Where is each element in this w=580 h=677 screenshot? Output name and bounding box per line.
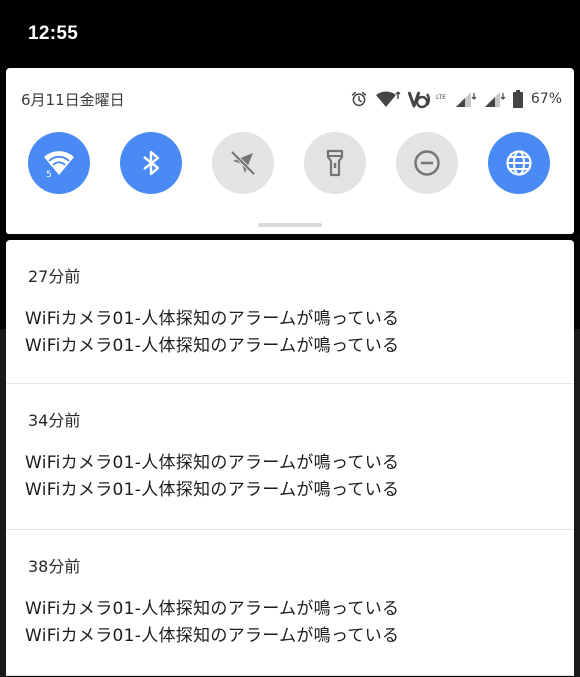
notification-text: WiFiカメラ01-人体探知のアラームが鳴っている (25, 336, 400, 356)
wifi-status-badge: 5 (378, 102, 382, 109)
tile-bluetooth[interactable] (120, 132, 182, 194)
notification-list: 27分前 WiFiカメラ01-人体探知のアラームが鳴っている WiFiカメラ01… (6, 240, 574, 676)
notification-time: 38分前 (28, 557, 81, 576)
clock: 12:55 (28, 23, 79, 44)
cell-signal-2-icon (484, 90, 506, 108)
tile-globe[interactable] (488, 132, 550, 194)
volte-icon: LTE (407, 89, 448, 109)
lte-label: LTE (436, 94, 446, 101)
flashlight-icon (326, 149, 344, 177)
wifi-icon: 5 (44, 151, 74, 180)
globe-icon (506, 150, 532, 176)
location-off-icon (230, 150, 256, 176)
bluetooth-icon (143, 150, 160, 176)
do-not-disturb-icon (414, 150, 440, 176)
background-edge-right (574, 329, 580, 677)
status-bar: 12:55 (0, 0, 580, 68)
notification-card[interactable]: 38分前 WiFiカメラ01-人体探知のアラームが鳴っている WiFiカメラ01… (6, 530, 574, 676)
notification-text: WiFiカメラ01-人体探知のアラームが鳴っている (25, 599, 400, 619)
notification-text: WiFiカメラ01-人体探知のアラームが鳴っている (25, 453, 400, 473)
notification-time: 34分前 (28, 411, 81, 430)
battery-icon (512, 90, 523, 108)
tile-location[interactable] (212, 132, 274, 194)
tile-do-not-disturb[interactable] (396, 132, 458, 194)
alarm-icon (350, 90, 368, 108)
tile-wifi[interactable]: 5 (28, 132, 90, 194)
notification-text: WiFiカメラ01-人体探知のアラームが鳴っている (25, 480, 400, 500)
notification-text: WiFiカメラ01-人体探知のアラームが鳴っている (25, 626, 400, 646)
wifi-band-badge: 5 (46, 170, 52, 180)
tile-flashlight[interactable] (304, 132, 366, 194)
notification-time: 27分前 (28, 267, 81, 286)
drag-handle[interactable] (258, 223, 322, 227)
notification-card[interactable]: 34分前 WiFiカメラ01-人体探知のアラームが鳴っている WiFiカメラ01… (6, 384, 574, 530)
notification-text: WiFiカメラ01-人体探知のアラームが鳴っている (25, 309, 400, 329)
quick-settings-panel: 6月11日金曜日 5 LTE 67% 5 (6, 68, 574, 234)
battery-percent: 67% (530, 91, 562, 107)
date-label[interactable]: 6月11日金曜日 (21, 89, 125, 110)
quick-settings-tiles: 5 (28, 132, 552, 194)
wifi-status-icon: 5 (375, 89, 401, 109)
cell-signal-1-icon (455, 90, 477, 108)
status-icons: 5 LTE 67% (350, 88, 562, 110)
notification-card[interactable]: 27分前 WiFiカメラ01-人体探知のアラームが鳴っている WiFiカメラ01… (6, 240, 574, 384)
